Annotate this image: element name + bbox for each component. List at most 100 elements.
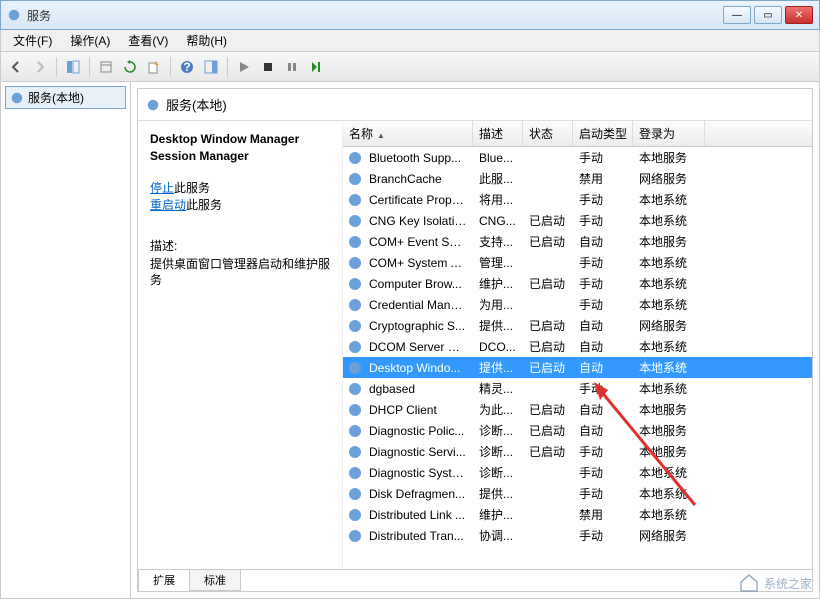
service-row[interactable]: Computer Brow...维护...已启动手动本地系统 (343, 273, 812, 294)
detail-panel: Desktop Window Manager Session Manager 停… (138, 121, 343, 569)
gear-icon (347, 192, 363, 208)
service-row[interactable]: Cryptographic S...提供...已启动自动网络服务 (343, 315, 812, 336)
cell-description: Blue... (473, 151, 523, 165)
cell-description: 诊断... (473, 464, 523, 481)
service-row[interactable]: Credential Mana...为用...手动本地系统 (343, 294, 812, 315)
cell-description: 支持... (473, 233, 523, 250)
restart-service-button[interactable] (305, 56, 327, 78)
stop-service-link[interactable]: 停止 (150, 181, 174, 195)
minimize-button[interactable]: — (723, 6, 751, 24)
cell-description: 此服... (473, 170, 523, 187)
service-row[interactable]: CNG Key IsolationCNG...已启动手动本地系统 (343, 210, 812, 231)
service-row[interactable]: BranchCache此服...禁用网络服务 (343, 168, 812, 189)
restart-suffix: 此服务 (186, 198, 222, 212)
menu-view[interactable]: 查看(V) (120, 30, 176, 51)
show-hide-tree-button[interactable] (62, 56, 84, 78)
service-list[interactable]: 名称▲ 描述 状态 启动类型 登录为 Bluetooth Supp...Blue… (343, 121, 812, 569)
cell-name: Cryptographic S... (363, 319, 473, 333)
cell-name: DCOM Server Pr... (363, 340, 473, 354)
stop-suffix: 此服务 (174, 181, 210, 195)
action-pane-button[interactable] (200, 56, 222, 78)
help-button[interactable]: ? (176, 56, 198, 78)
service-row[interactable]: COM+ System A...管理...手动本地系统 (343, 252, 812, 273)
service-row[interactable]: Disk Defragmen...提供...手动本地系统 (343, 483, 812, 504)
gear-icon (347, 150, 363, 166)
gear-icon (347, 339, 363, 355)
watermark: 系统之家 (738, 572, 812, 594)
menu-file[interactable]: 文件(F) (5, 30, 60, 51)
export-button[interactable] (143, 56, 165, 78)
back-button[interactable] (5, 56, 27, 78)
cell-logon: 本地系统 (633, 191, 703, 208)
column-header-description[interactable]: 描述 (473, 121, 523, 146)
service-row[interactable]: Diagnostic Servi...诊断...已启动手动本地服务 (343, 441, 812, 462)
gear-icon (347, 213, 363, 229)
service-row[interactable]: Bluetooth Supp...Blue...手动本地服务 (343, 147, 812, 168)
cell-name: Distributed Tran... (363, 529, 473, 543)
watermark-icon (738, 572, 760, 594)
cell-logon: 本地系统 (633, 296, 703, 313)
service-row[interactable]: Desktop Windo...提供...已启动自动本地系统 (343, 357, 812, 378)
cell-logon: 网络服务 (633, 170, 703, 187)
column-header-startup[interactable]: 启动类型 (573, 121, 633, 146)
cell-name: Diagnostic Syste... (363, 466, 473, 480)
cell-name: Diagnostic Servi... (363, 445, 473, 459)
service-row[interactable]: DCOM Server Pr...DCO...已启动自动本地系统 (343, 336, 812, 357)
cell-status: 已启动 (523, 401, 573, 418)
cell-description: 提供... (473, 485, 523, 502)
column-header-logon[interactable]: 登录为 (633, 121, 705, 146)
start-service-button[interactable] (233, 56, 255, 78)
cell-status: 已启动 (523, 233, 573, 250)
cell-status: 已启动 (523, 359, 573, 376)
gear-icon (347, 318, 363, 334)
service-row[interactable]: Diagnostic Polic...诊断...已启动自动本地服务 (343, 420, 812, 441)
result-pane: 服务(本地) Desktop Window Manager Session Ma… (131, 82, 819, 598)
tab-extended[interactable]: 扩展 (138, 570, 190, 591)
cell-name: DHCP Client (363, 403, 473, 417)
cell-description: 提供... (473, 359, 523, 376)
toolbar-separator (170, 57, 171, 77)
tree-item-services-local[interactable]: 服务(本地) (5, 86, 126, 109)
menu-action[interactable]: 操作(A) (62, 30, 118, 51)
service-row[interactable]: Diagnostic Syste...诊断...手动本地系统 (343, 462, 812, 483)
cell-logon: 本地服务 (633, 149, 703, 166)
service-row[interactable]: dgbased精灵...手动本地系统 (343, 378, 812, 399)
view-tabs: 扩展 标准 (138, 569, 812, 591)
title-bar: 服务 — ▭ ✕ (0, 0, 820, 30)
restart-service-link[interactable]: 重启动 (150, 198, 186, 212)
cell-description: 为用... (473, 296, 523, 313)
column-header-status[interactable]: 状态 (523, 121, 573, 146)
forward-button[interactable] (29, 56, 51, 78)
refresh-button[interactable] (119, 56, 141, 78)
cell-logon: 本地系统 (633, 380, 703, 397)
service-row[interactable]: DHCP Client为此...已启动自动本地服务 (343, 399, 812, 420)
pause-service-button[interactable] (281, 56, 303, 78)
cell-startup: 手动 (573, 485, 633, 502)
service-row[interactable]: COM+ Event Sys...支持...已启动自动本地服务 (343, 231, 812, 252)
cell-startup: 手动 (573, 464, 633, 481)
cell-name: Credential Mana... (363, 298, 473, 312)
tab-standard[interactable]: 标准 (189, 570, 241, 591)
column-header-name[interactable]: 名称▲ (343, 121, 473, 146)
gear-icon (347, 528, 363, 544)
stop-service-button[interactable] (257, 56, 279, 78)
watermark-text: 系统之家 (764, 575, 812, 592)
close-button[interactable]: ✕ (785, 6, 813, 24)
description-label: 描述: (150, 237, 330, 254)
cell-description: 协调... (473, 527, 523, 544)
properties-button[interactable] (95, 56, 117, 78)
service-row[interactable]: Distributed Link ...维护...禁用本地系统 (343, 504, 812, 525)
cell-logon: 本地系统 (633, 212, 703, 229)
menu-help[interactable]: 帮助(H) (178, 30, 235, 51)
cell-startup: 手动 (573, 380, 633, 397)
gear-icon (347, 234, 363, 250)
menu-bar: 文件(F) 操作(A) 查看(V) 帮助(H) (0, 30, 820, 52)
service-row[interactable]: Certificate Propa...将用...手动本地系统 (343, 189, 812, 210)
gear-icon (347, 486, 363, 502)
cell-status: 已启动 (523, 275, 573, 292)
cell-logon: 本地系统 (633, 338, 703, 355)
gear-icon (347, 255, 363, 271)
service-row[interactable]: Distributed Tran...协调...手动网络服务 (343, 525, 812, 546)
content-header: 服务(本地) (138, 89, 812, 121)
maximize-button[interactable]: ▭ (754, 6, 782, 24)
